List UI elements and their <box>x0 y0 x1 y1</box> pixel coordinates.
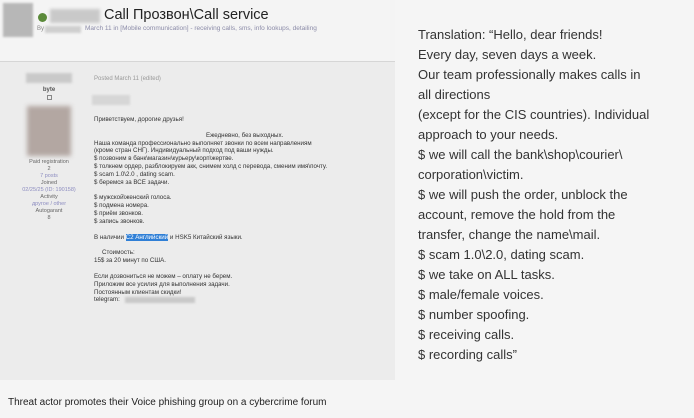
post-line: Ежедневно, без выходных. <box>206 131 284 139</box>
post-line: Постоянным клиентам скидки! <box>94 288 182 296</box>
forum-screenshot: Call Прозвон\Call service By March 11 in… <box>0 0 395 380</box>
blurred-avatar <box>3 3 33 37</box>
user-stat: другое / other <box>31 201 67 207</box>
post-line: $ scam 1.0\2.0 , dating scam. <box>94 170 175 178</box>
post-date: Posted March 11 (edited) <box>94 76 161 82</box>
blurred-telegram-handle[interactable] <box>124 296 195 303</box>
user-stat: Joined <box>40 180 58 186</box>
post-line: $ мужской\женский голоса. <box>94 194 172 202</box>
translation-line: account, remove the hold from the <box>418 207 616 222</box>
highlighted-text: C2 Английский <box>125 233 169 241</box>
translation-line: $ we will call the bank\shop\courier\ <box>418 147 623 162</box>
post-line: Если дозвониться не можем – оплату не бе… <box>94 272 233 280</box>
translation-text: Translation: “Hello, dear friends! Every … <box>418 25 692 365</box>
user-stat: 8 <box>47 215 51 221</box>
thread-meta: March 11 in [Mobile communication] - rec… <box>85 25 317 32</box>
translation-line: approach to your needs. <box>418 127 559 142</box>
blurred-author <box>45 26 81 33</box>
post-line: 15$ за 20 минут по США. <box>94 257 166 265</box>
languages-suffix: и HSK5 Китайский языки. <box>169 233 243 241</box>
languages-line: В наличии C2 Английский и HSK5 Китайский… <box>94 233 389 242</box>
translation-line: corporation\victim. <box>418 167 524 182</box>
post-line: Приветствуем, дорогие друзья! <box>94 116 184 123</box>
translation-line: $ we take on ALL tasks. <box>418 267 555 282</box>
user-stat: 2 <box>47 166 51 172</box>
translation-line: $ male/female voices. <box>418 287 544 302</box>
translation-line: Translation: “Hello, dear friends! <box>418 27 603 42</box>
user-stat: 02/25/25 (ID: 190158) <box>22 187 76 193</box>
online-status-icon <box>38 13 47 22</box>
post-line: $ толкнем ордер, разблокируем акк, сниме… <box>94 162 328 170</box>
blurred-username <box>26 73 72 83</box>
post-line: $ запись звонков. <box>94 217 145 225</box>
post-body: Приветствуем, дорогие друзья! Ежедневно, … <box>94 116 389 304</box>
post-line: $ беремся за ВСЕ задачи. <box>94 178 170 186</box>
post-line: $ приём звонков. <box>94 209 143 217</box>
translation-line: $ scam 1.0\2.0, dating scam. <box>418 247 585 262</box>
blurred-username <box>50 9 100 23</box>
telegram-line: telegram: <box>94 296 389 304</box>
figure-caption: Threat actor promotes their Voice phishi… <box>8 397 327 408</box>
post-line: (кроме стран СНГ). Индивидуальный подход… <box>94 147 274 155</box>
user-title: byte <box>42 87 56 93</box>
thread-title[interactable]: Call Прозвон\Call service <box>104 7 269 23</box>
price-lines: Стоимость: 15$ за 20 минут по США. Если до… <box>94 249 389 296</box>
post-line: $ подмена номера. <box>94 202 149 210</box>
post-line: Наша команда профессионально выполняет з… <box>94 139 312 147</box>
user-stat[interactable]: 7 posts <box>18 173 80 180</box>
translation-line: transfer, change the name\mail. <box>418 227 601 242</box>
user-stats: Paid registration 2 7 posts Joined 02/25/25 … <box>18 159 80 222</box>
translation-line: Every day, seven days a week. <box>418 47 597 62</box>
user-sidebar: byte Paid registration 2 7 posts Joined 02/2… <box>18 70 80 222</box>
user-avatar[interactable] <box>27 106 71 156</box>
thread-header: Call Прозвон\Call service By March 11 in… <box>0 0 395 62</box>
user-stat: Autogarant <box>35 208 63 214</box>
user-stat: Activity <box>40 194 58 200</box>
translation-line: $ recording calls” <box>418 347 517 362</box>
translation-line: all directions <box>418 87 491 102</box>
blurred-element <box>92 95 130 105</box>
translation-line: $ receiving calls. <box>418 327 515 342</box>
languages-prefix: В наличии <box>94 233 124 241</box>
translation-line: Our team professionally makes calls in <box>418 67 641 82</box>
post-line: Стоимость: <box>102 249 135 257</box>
post-lines: Приветствуем, дорогие друзья! Ежедневно, … <box>94 116 389 234</box>
translation-line: $ number spoofing. <box>418 307 530 322</box>
post-line: Приложим все усилия для выполнения задач… <box>94 280 230 288</box>
user-stat: Paid registration <box>29 159 69 165</box>
translation-line: $ we will push the order, unblock the <box>418 187 628 202</box>
post-line: $ позвоним в банк\магазин\курьеру\корп\ж… <box>94 155 234 163</box>
thread-by-label: By <box>37 26 45 32</box>
translation-line: (except for the CIS countries). Individu… <box>418 107 650 122</box>
telegram-label: telegram: <box>94 296 120 304</box>
rank-icon <box>46 95 52 100</box>
